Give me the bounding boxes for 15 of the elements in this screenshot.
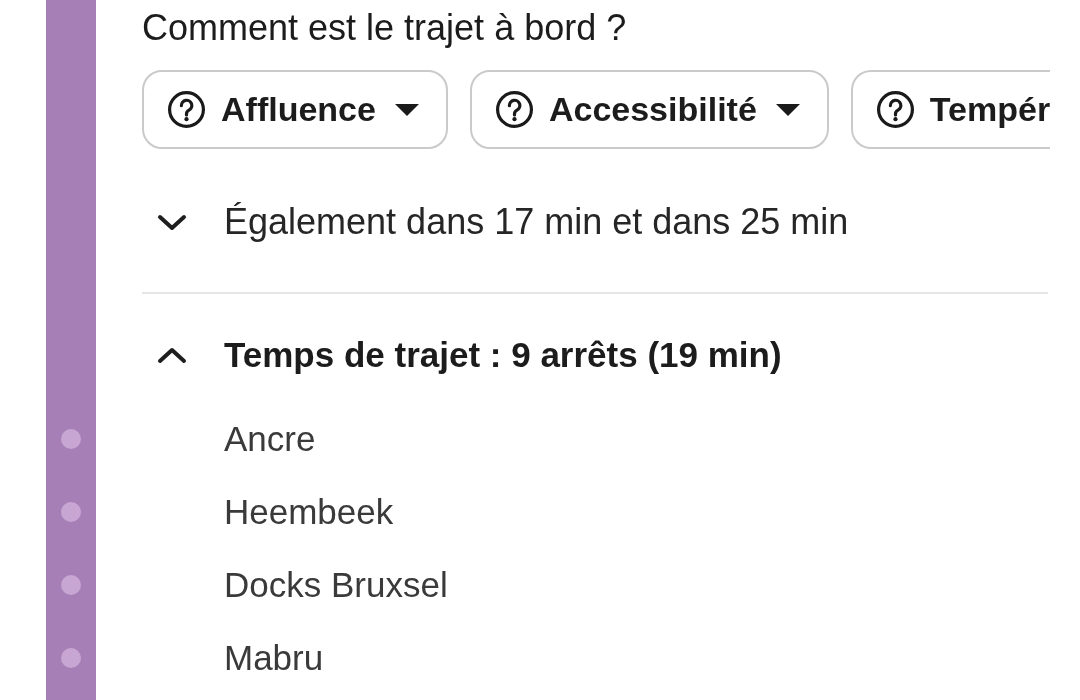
stop-name: Heembeek xyxy=(223,490,395,533)
question-text: Comment est le trajet à bord ? xyxy=(142,6,628,50)
stop-name: Mabru xyxy=(223,636,325,679)
more-departures-toggle[interactable]: Également dans 17 min et dans 25 min xyxy=(142,192,849,252)
caret-icon xyxy=(775,103,800,116)
question-circle-icon xyxy=(876,91,914,128)
stop-name: Docks Bruxsel xyxy=(223,563,449,606)
question-circle-icon xyxy=(495,91,533,128)
stop-name: Ancre xyxy=(223,417,317,460)
journey-toggle[interactable]: Temps de trajet : 9 arrêts (19 min) xyxy=(142,325,782,385)
question-circle-icon xyxy=(168,91,205,128)
dropdown-button[interactable]: Affluence xyxy=(142,70,448,149)
caret-icon xyxy=(394,103,419,116)
dropdown-button[interactable]: Tempér xyxy=(850,70,1051,149)
dropdown-button[interactable]: Accessibilité xyxy=(469,70,829,149)
